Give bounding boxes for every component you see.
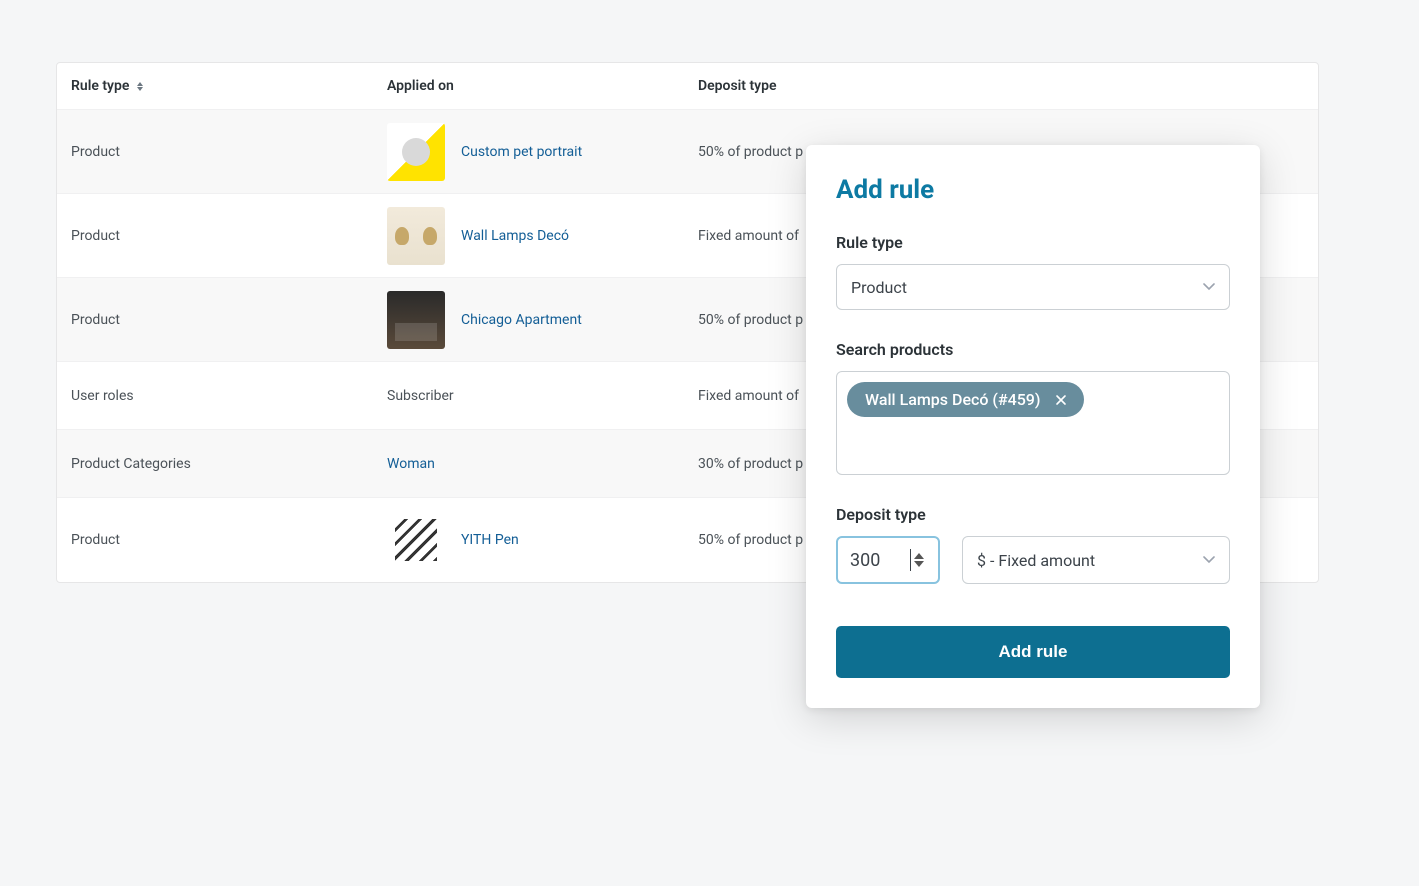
deposit-type-label: Deposit type: [836, 505, 1230, 524]
rule-type-cell: Product: [71, 228, 120, 244]
applied-on-cell: Subscriber: [387, 388, 454, 404]
deposit-type-cell: 30% of product p: [698, 456, 803, 472]
deposit-type-cell: Fixed amount of: [698, 388, 799, 404]
col-header-applied-on: Applied on: [387, 78, 454, 94]
chevron-down-icon: [1203, 283, 1215, 291]
deposit-amount-value: 300: [850, 550, 910, 571]
deposit-type-cell: Fixed amount of: [698, 228, 799, 244]
deposit-type-cell: 50% of product p: [698, 532, 803, 548]
search-products-label: Search products: [836, 340, 1230, 359]
rule-type-cell: Product: [71, 312, 120, 328]
deposit-type-cell: 50% of product p: [698, 144, 803, 160]
add-rule-button[interactable]: Add rule: [836, 626, 1230, 678]
text-caret: [910, 549, 911, 571]
spinner-up-icon[interactable]: [914, 553, 924, 559]
product-thumbnail: [387, 207, 445, 265]
applied-on-cell[interactable]: Custom pet portrait: [461, 144, 582, 160]
modal-title: Add rule: [836, 175, 1230, 205]
col-header-deposit-type: Deposit type: [698, 78, 777, 94]
applied-on-cell[interactable]: Chicago Apartment: [461, 312, 582, 328]
chevron-down-icon: [1203, 556, 1215, 564]
product-thumbnail: [387, 511, 445, 569]
applied-on-cell[interactable]: Woman: [387, 456, 435, 472]
col-header-rule-type[interactable]: Rule type: [71, 78, 129, 94]
sort-icon[interactable]: [133, 79, 147, 93]
search-products-input[interactable]: Wall Lamps Decó (#459): [836, 371, 1230, 475]
rule-type-select[interactable]: Product: [836, 264, 1230, 310]
rule-type-cell: Product: [71, 144, 120, 160]
rule-type-value: Product: [851, 278, 907, 297]
number-spinner[interactable]: [914, 544, 932, 576]
table-header-row: Rule type Applied on Deposit type: [57, 63, 1318, 110]
rule-type-cell: Product Categories: [71, 456, 191, 472]
deposit-unit-value: $ - Fixed amount: [977, 551, 1095, 570]
applied-on-cell[interactable]: Wall Lamps Decó: [461, 228, 569, 244]
tag-remove-icon[interactable]: [1052, 391, 1070, 409]
rule-type-cell: Product: [71, 532, 120, 548]
applied-on-cell[interactable]: YITH Pen: [461, 532, 519, 548]
selected-product-tag: Wall Lamps Decó (#459): [847, 382, 1084, 417]
deposit-type-cell: 50% of product p: [698, 312, 803, 328]
add-rule-panel: Add rule Rule type Product Search produc…: [806, 145, 1260, 708]
rule-type-cell: User roles: [71, 388, 134, 404]
rule-type-label: Rule type: [836, 233, 1230, 252]
tag-text: Wall Lamps Decó (#459): [865, 390, 1040, 409]
deposit-unit-select[interactable]: $ - Fixed amount: [962, 536, 1230, 584]
product-thumbnail: [387, 291, 445, 349]
deposit-amount-input[interactable]: 300: [836, 536, 940, 584]
product-thumbnail: [387, 123, 445, 181]
spinner-down-icon[interactable]: [914, 561, 924, 567]
